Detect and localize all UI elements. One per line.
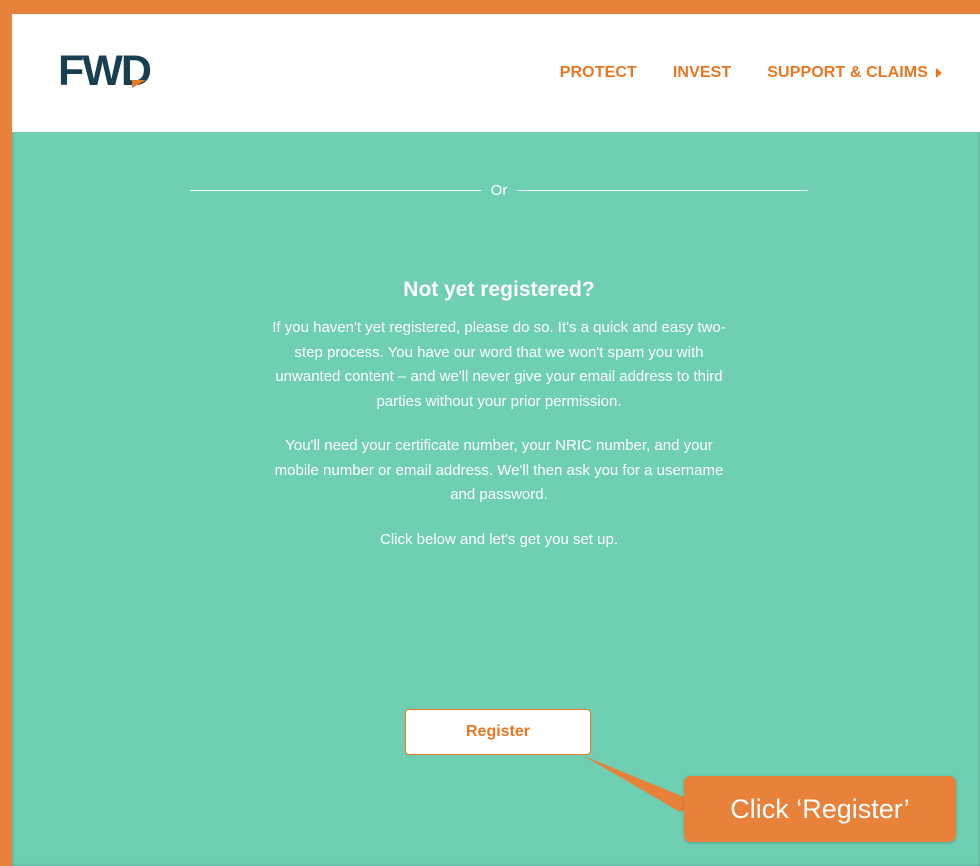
register-section: Not yet registered? If you haven't yet r… [262, 276, 736, 572]
register-button-label: Register [465, 723, 531, 740]
register-button[interactable]: Register [405, 709, 591, 755]
divider-line-right [517, 189, 809, 191]
divider-text: Or [490, 181, 508, 199]
instruction-callout: Click ‘Register’ [684, 776, 956, 842]
main-nav: PROTECT INVEST SUPPORT & CLAIMS [560, 64, 942, 82]
nav-link-invest[interactable]: INVEST [673, 64, 731, 82]
screenshot-frame: FWD PROTECT INVEST SUPPORT & CLAIMS Or N… [0, 0, 980, 866]
register-requirements-text: You'll need your certificate number, you… [274, 437, 724, 503]
callout-pointer-shape [584, 756, 700, 812]
caret-right-icon [936, 68, 942, 78]
fwd-logo-mark: FWD [58, 48, 153, 92]
header: FWD PROTECT INVEST SUPPORT & CLAIMS [12, 14, 980, 132]
register-heading: Not yet registered? [403, 278, 595, 301]
callout-text: Click ‘Register’ [730, 793, 910, 824]
or-divider: Or [190, 180, 809, 200]
nav-link-label: INVEST [672, 64, 732, 81]
divider-line-left [190, 189, 481, 191]
logo-text: FWD [58, 48, 151, 92]
register-cta-text: Click below and let's get you set up. [380, 530, 618, 548]
register-intro-text: If you haven't yet registered, please do… [272, 319, 726, 410]
nav-link-protect[interactable]: PROTECT [560, 64, 637, 82]
nav-link-label: PROTECT [559, 64, 637, 81]
fwd-logo[interactable]: FWD [58, 48, 162, 92]
nav-link-support-claims[interactable]: SUPPORT & CLAIMS [767, 64, 942, 82]
browser-viewport: FWD PROTECT INVEST SUPPORT & CLAIMS Or N… [12, 14, 980, 866]
nav-link-label: SUPPORT & CLAIMS [767, 64, 928, 81]
